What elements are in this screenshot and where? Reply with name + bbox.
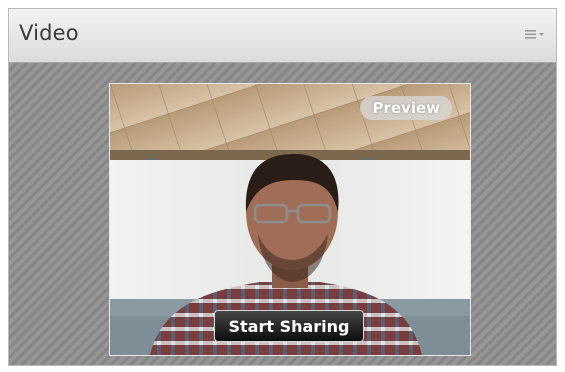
pod-options-menu-button[interactable] (522, 23, 550, 45)
webcam-preview: Preview Start Sharing (109, 83, 471, 356)
video-pod: Video Preview Start Sharing (8, 8, 557, 366)
video-stage: Preview Start Sharing (9, 63, 556, 365)
preview-badge: Preview (360, 96, 452, 120)
start-sharing-button[interactable]: Start Sharing (214, 310, 364, 342)
pod-title: Video (19, 21, 79, 45)
pod-title-bar: Video (9, 9, 556, 63)
list-menu-icon (525, 30, 544, 39)
